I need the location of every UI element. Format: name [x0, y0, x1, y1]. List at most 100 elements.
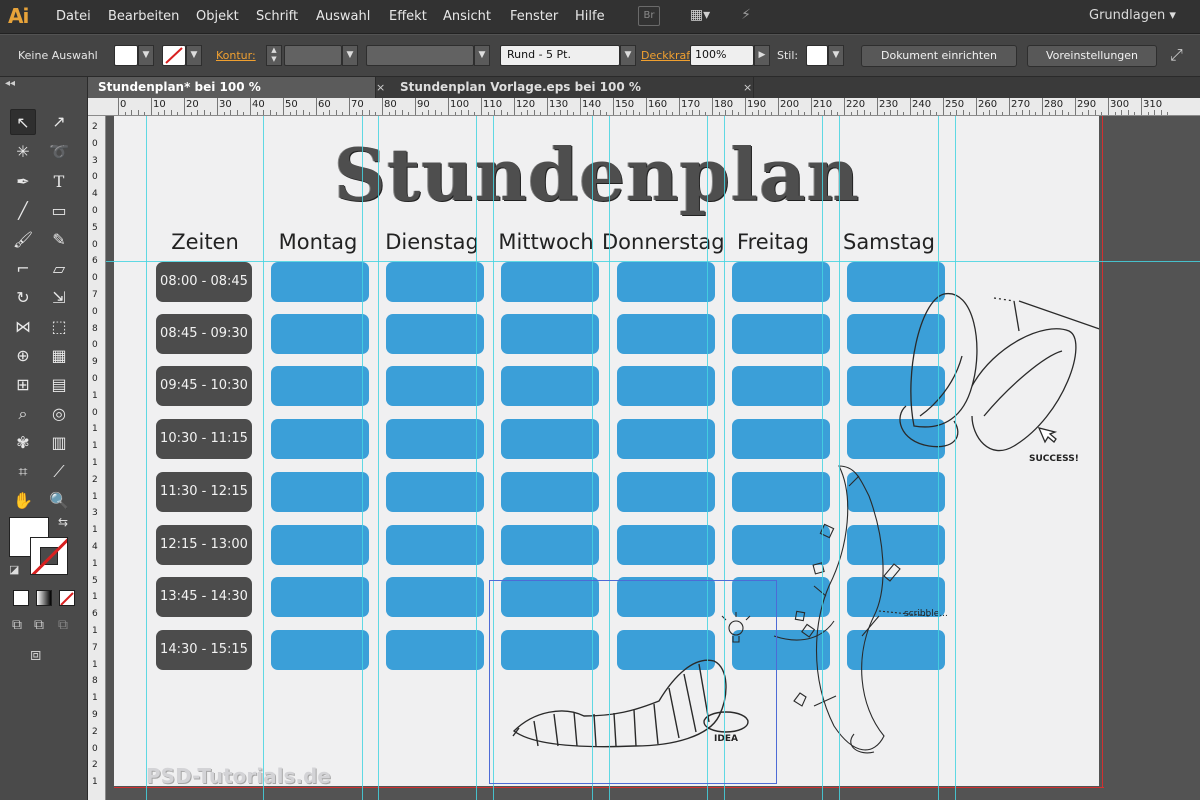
gpu-performance-icon[interactable]: ⚡ [733, 6, 759, 26]
default-colors-icon[interactable]: ◪ [9, 563, 19, 576]
vertical-guide[interactable] [378, 116, 379, 800]
close-icon[interactable]: × [376, 77, 385, 98]
artboard-tool-icon[interactable]: ⌗ [10, 459, 36, 485]
workspace-switcher[interactable]: Grundlagen ▾ [1089, 8, 1176, 23]
vertical-guide[interactable] [146, 116, 147, 800]
menu-auswahl[interactable]: Auswahl [316, 9, 370, 24]
ruler-label: 50 [285, 99, 298, 110]
stroke-weight-input[interactable] [284, 45, 342, 66]
selection-tool-icon[interactable]: ↖ [10, 109, 36, 135]
stroke-none-swatch[interactable] [162, 45, 186, 66]
rotate-tool-icon[interactable]: ↻ [10, 285, 36, 311]
ruler-minor-tick [857, 110, 859, 115]
stroke-color-icon[interactable] [30, 537, 68, 575]
rectangle-tool-icon[interactable]: ▭ [46, 198, 72, 224]
vertical-guide[interactable] [822, 116, 823, 800]
canvas[interactable]: Stundenplan Zeiten Montag Dienstag Mittw… [106, 116, 1200, 800]
menu-fenster[interactable]: Fenster [510, 9, 558, 24]
stroke-weight-stepper[interactable]: ▲ ▼ [266, 45, 282, 66]
zoom-tool-icon[interactable]: 🔍 [46, 488, 72, 514]
blend-tool-icon[interactable]: ◎ [46, 401, 72, 427]
gradient-tool-icon[interactable]: ▤ [46, 372, 72, 398]
menu-schrift[interactable]: Schrift [256, 9, 298, 24]
brush-dropdown-icon[interactable]: ▼ [620, 45, 636, 66]
paintbrush-tool-icon[interactable]: 🖌 [10, 227, 36, 253]
preferences-button[interactable]: Voreinstellungen [1027, 45, 1157, 67]
column-graph-tool-icon[interactable]: ▥ [46, 430, 72, 456]
profile-dropdown-icon[interactable]: ▼ [474, 45, 490, 66]
vertical-guide[interactable] [362, 116, 363, 800]
slice-tool-icon[interactable]: ⟋ [46, 459, 72, 485]
hand-tool-icon[interactable]: ✋ [10, 488, 36, 514]
direct-selection-tool-icon[interactable]: ↗ [46, 109, 72, 135]
document-setup-button[interactable]: Dokument einrichten [861, 45, 1017, 67]
butterfly-sketch[interactable] [899, 293, 1099, 452]
pen-tool-icon[interactable]: ✒ [10, 169, 36, 195]
draw-inside-icon[interactable]: ⧉ [58, 617, 68, 633]
tab-stundenplan-vorlage[interactable]: Stundenplan Vorlage.eps bei 100 % (CMYK/… [390, 77, 754, 115]
collapse-panel-icon[interactable]: ◂◂ [5, 78, 15, 89]
style-dropdown-icon[interactable]: ▼ [828, 45, 844, 66]
brush-definition[interactable]: Rund - 5 Pt. [500, 45, 620, 66]
close-icon[interactable]: × [743, 77, 752, 98]
bridge-button[interactable]: Br [638, 6, 660, 26]
arrange-documents-icon[interactable]: ▦▾ [684, 6, 716, 26]
horizontal-guide[interactable] [106, 261, 1200, 262]
ruler-minor-tick [685, 112, 687, 115]
sketch-label-success[interactable]: SUCCESS! [1029, 454, 1079, 464]
free-transform-tool-icon[interactable]: ⬚ [46, 314, 72, 340]
variable-width-profile[interactable] [366, 45, 474, 66]
vertical-guide[interactable] [839, 116, 840, 800]
width-tool-icon[interactable]: ⋈ [10, 314, 36, 340]
graphic-style-swatch[interactable] [806, 45, 828, 66]
opacity-input[interactable]: 100% [690, 45, 754, 66]
menu-effekt[interactable]: Effekt [389, 9, 427, 24]
stroke-weight-label[interactable]: Kontur: [216, 49, 256, 62]
swap-colors-icon[interactable]: ⇆ [58, 515, 68, 529]
arrange-icon[interactable]: ⤢ [1170, 45, 1183, 65]
vertical-ruler[interactable]: 2 0 3 0 4 0 5 0 6 0 7 0 8 0 9 0 1 0 1 1 1 2 1 3 1 4 1 5 1 6 1 7 1 8 1 9 2 0 2 1 [88, 116, 106, 800]
mesh-tool-icon[interactable]: ⊞ [10, 372, 36, 398]
vertical-guide[interactable] [263, 116, 264, 800]
drawing-mode-icon[interactable]: ⧉ [12, 617, 22, 633]
symbol-sprayer-tool-icon[interactable]: ✾ [10, 430, 36, 456]
ruler-label: 8 [92, 676, 98, 687]
none-mode-icon[interactable] [59, 590, 75, 606]
sketch-label-scribble[interactable]: scribble... [904, 609, 948, 619]
scale-tool-icon[interactable]: ⇲ [46, 285, 72, 311]
menu-objekt[interactable]: Objekt [196, 9, 239, 24]
menu-hilfe[interactable]: Hilfe [575, 9, 605, 24]
eyedropper-tool-icon[interactable]: ⌕ [10, 401, 36, 427]
ruler-minor-tick [824, 110, 826, 115]
line-tool-icon[interactable]: ╱ [10, 198, 36, 224]
menu-datei[interactable]: Datei [56, 9, 91, 24]
menu-bearbeiten[interactable]: Bearbeiten [108, 9, 179, 24]
lasso-tool-icon[interactable]: ➰ [46, 139, 72, 165]
type-tool-icon[interactable]: T [46, 169, 72, 195]
blob-brush-tool-icon[interactable]: ⌐ [10, 256, 36, 282]
magic-wand-tool-icon[interactable]: ✳ [10, 139, 36, 165]
vertical-guide[interactable] [938, 116, 939, 800]
ruler-minor-tick [619, 112, 621, 115]
ruler-minor-tick [276, 112, 278, 115]
eraser-tool-icon[interactable]: ▱ [46, 256, 72, 282]
draw-behind-icon[interactable]: ⧉ [34, 617, 44, 633]
selection-bounding-box[interactable] [489, 580, 777, 784]
fill-color-swatch[interactable] [114, 45, 138, 66]
opacity-arrow-icon[interactable]: ▶ [754, 45, 770, 66]
color-mode-icon[interactable] [13, 590, 29, 606]
menu-ansicht[interactable]: Ansicht [443, 9, 491, 24]
shape-builder-tool-icon[interactable]: ⊕ [10, 343, 36, 369]
stroke-dropdown-chevron-icon[interactable]: ▼ [186, 45, 202, 66]
horizontal-ruler[interactable]: 0 10 20 30 40 50 60 70 80 90 100 110 120 130 140 150 160… [88, 98, 1200, 116]
stroke-weight-dropdown-icon[interactable]: ▼ [342, 45, 358, 66]
perspective-grid-tool-icon[interactable]: ▦ [46, 343, 72, 369]
fill-dropdown-chevron-icon[interactable]: ▼ [138, 45, 154, 66]
tab-stundenplan[interactable]: Stundenplan* bei 100 % (CMYK/Vorschau) [88, 77, 376, 115]
ruler-label: 4 [92, 189, 98, 200]
screen-mode-icon[interactable]: ⧈ [30, 644, 41, 665]
gradient-mode-icon[interactable] [36, 590, 52, 606]
pencil-tool-icon[interactable]: ✎ [46, 227, 72, 253]
vertical-guide[interactable] [476, 116, 477, 800]
vertical-guide[interactable] [955, 116, 956, 800]
